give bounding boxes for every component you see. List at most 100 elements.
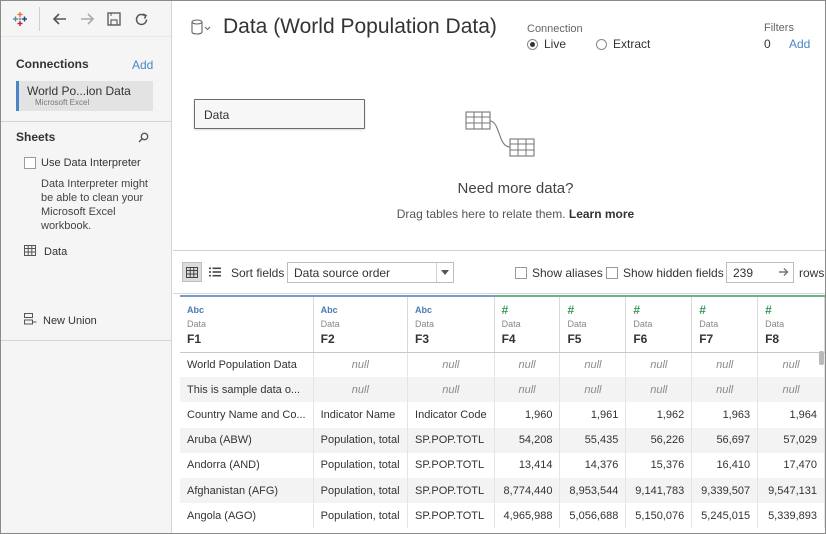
table-cell[interactable]: 1,961: [559, 402, 627, 428]
table-cell[interactable]: 4,965,988: [494, 503, 561, 529]
table-cell[interactable]: Population, total: [313, 477, 409, 504]
table-cell[interactable]: null: [625, 352, 693, 378]
table-cell[interactable]: 1,963: [691, 402, 759, 428]
table-cell[interactable]: SP.POP.TOTL: [407, 452, 495, 478]
table-cell[interactable]: null: [494, 352, 561, 378]
new-union-item[interactable]: New Union: [24, 313, 97, 328]
table-cell[interactable]: 55,435: [559, 427, 627, 453]
vertical-scrollbar[interactable]: [819, 351, 824, 365]
table-cell[interactable]: Andorra (AND): [180, 452, 314, 478]
table-cell[interactable]: This is sample data o...: [180, 377, 314, 403]
table-cell[interactable]: 14,376: [559, 452, 627, 478]
column-header[interactable]: # Data F8: [757, 295, 825, 353]
table-cell[interactable]: 13,414: [494, 452, 561, 478]
forward-arrow-icon[interactable]: [78, 10, 96, 28]
show-hidden-fields-option[interactable]: Show hidden fields: [606, 266, 724, 280]
datasource-cylinder-icon[interactable]: [191, 19, 211, 40]
table-cell[interactable]: 54,208: [494, 427, 561, 453]
string-type-icon[interactable]: Abc: [415, 305, 487, 317]
refresh-icon[interactable]: [132, 10, 150, 28]
column-header[interactable]: Abc Data F2: [313, 295, 409, 353]
page-title[interactable]: Data (World Population Data): [223, 15, 497, 39]
table-cell[interactable]: 1,964: [757, 402, 825, 428]
number-type-icon[interactable]: #: [699, 304, 750, 317]
string-type-icon[interactable]: Abc: [187, 305, 306, 317]
table-cell[interactable]: null: [313, 352, 409, 378]
table-cell[interactable]: 15,376: [625, 452, 693, 478]
table-cell[interactable]: 9,339,507: [691, 477, 759, 504]
rows-count-input[interactable]: 239: [726, 262, 794, 283]
table-cell[interactable]: null: [559, 377, 627, 403]
column-header[interactable]: # Data F6: [625, 295, 693, 353]
table-cell[interactable]: Population, total: [313, 503, 409, 529]
table-cell[interactable]: World Population Data: [180, 352, 314, 378]
logical-table-data[interactable]: Data: [194, 99, 365, 129]
use-data-interpreter-checkbox[interactable]: [24, 157, 36, 169]
back-arrow-icon[interactable]: [51, 10, 69, 28]
table-cell[interactable]: Indicator Code: [407, 402, 495, 428]
search-icon[interactable]: [138, 132, 149, 146]
extract-radio[interactable]: Extract: [596, 37, 650, 51]
save-icon[interactable]: [105, 10, 123, 28]
table-cell[interactable]: null: [691, 352, 759, 378]
add-filter-link[interactable]: Add: [789, 37, 810, 51]
grid-view-button[interactable]: [182, 262, 202, 282]
table-cell[interactable]: Afghanistan (AFG): [180, 477, 314, 504]
table-cell[interactable]: SP.POP.TOTL: [407, 427, 495, 453]
show-aliases-checkbox[interactable]: [515, 267, 527, 279]
add-connection-link[interactable]: Add: [132, 58, 153, 72]
string-type-icon[interactable]: Abc: [321, 305, 400, 317]
number-type-icon[interactable]: #: [633, 304, 684, 317]
tableau-logo-icon[interactable]: [11, 10, 29, 28]
column-header[interactable]: Abc Data F1: [180, 295, 314, 353]
table-cell[interactable]: 1,962: [625, 402, 693, 428]
table-cell[interactable]: 5,150,076: [625, 503, 693, 529]
table-cell[interactable]: 5,245,015: [691, 503, 759, 529]
number-type-icon[interactable]: #: [765, 304, 817, 317]
table-cell[interactable]: Country Name and Co...: [180, 402, 314, 428]
connection-item[interactable]: World Po...ion Data Microsoft Excel: [16, 81, 153, 111]
table-cell[interactable]: null: [757, 352, 825, 378]
table-cell[interactable]: null: [559, 352, 627, 378]
sheet-item-data[interactable]: Data: [24, 245, 67, 259]
show-aliases-option[interactable]: Show aliases: [515, 266, 603, 280]
table-cell[interactable]: Population, total: [313, 452, 409, 478]
column-header[interactable]: Abc Data F3: [407, 295, 495, 353]
number-type-icon[interactable]: #: [567, 304, 618, 317]
learn-more-link[interactable]: Learn more: [569, 207, 634, 221]
table-cell[interactable]: Aruba (ABW): [180, 427, 314, 453]
table-cell[interactable]: 16,410: [691, 452, 759, 478]
relationship-canvas[interactable]: Data Need more data? Drag tables here to…: [173, 63, 825, 251]
data-grid[interactable]: Abc Data F1 Abc Data F2 Abc Data F3 # Data F4 # Data F…: [180, 295, 825, 533]
table-cell[interactable]: null: [757, 377, 825, 403]
list-view-button[interactable]: [205, 262, 225, 282]
table-cell[interactable]: 8,774,440: [494, 477, 561, 504]
table-cell[interactable]: 5,056,688: [559, 503, 627, 529]
table-cell[interactable]: null: [625, 377, 693, 403]
table-cell[interactable]: 56,697: [691, 427, 759, 453]
live-radio[interactable]: Live: [527, 37, 566, 51]
table-cell[interactable]: 9,547,131: [757, 477, 825, 504]
table-cell[interactable]: Angola (AGO): [180, 503, 314, 529]
table-cell[interactable]: 56,226: [625, 427, 693, 453]
number-type-icon[interactable]: #: [502, 304, 553, 317]
sort-fields-dropdown[interactable]: Data source order: [287, 262, 454, 283]
table-cell[interactable]: 9,141,783: [625, 477, 693, 504]
table-cell[interactable]: null: [407, 352, 495, 378]
table-cell[interactable]: Population, total: [313, 427, 409, 453]
table-cell[interactable]: 57,029: [757, 427, 825, 453]
table-cell[interactable]: 17,470: [757, 452, 825, 478]
column-header[interactable]: # Data F7: [691, 295, 759, 353]
table-cell[interactable]: null: [691, 377, 759, 403]
column-header[interactable]: # Data F5: [559, 295, 627, 353]
table-cell[interactable]: Indicator Name: [313, 402, 409, 428]
table-cell[interactable]: null: [313, 377, 409, 403]
table-cell[interactable]: null: [494, 377, 561, 403]
table-cell[interactable]: SP.POP.TOTL: [407, 477, 495, 504]
table-cell[interactable]: 5,339,893: [757, 503, 825, 529]
table-cell[interactable]: 8,953,544: [559, 477, 627, 504]
column-header[interactable]: # Data F4: [494, 295, 561, 353]
table-cell[interactable]: 1,960: [494, 402, 561, 428]
arrow-right-icon[interactable]: [778, 266, 790, 281]
table-cell[interactable]: SP.POP.TOTL: [407, 503, 495, 529]
